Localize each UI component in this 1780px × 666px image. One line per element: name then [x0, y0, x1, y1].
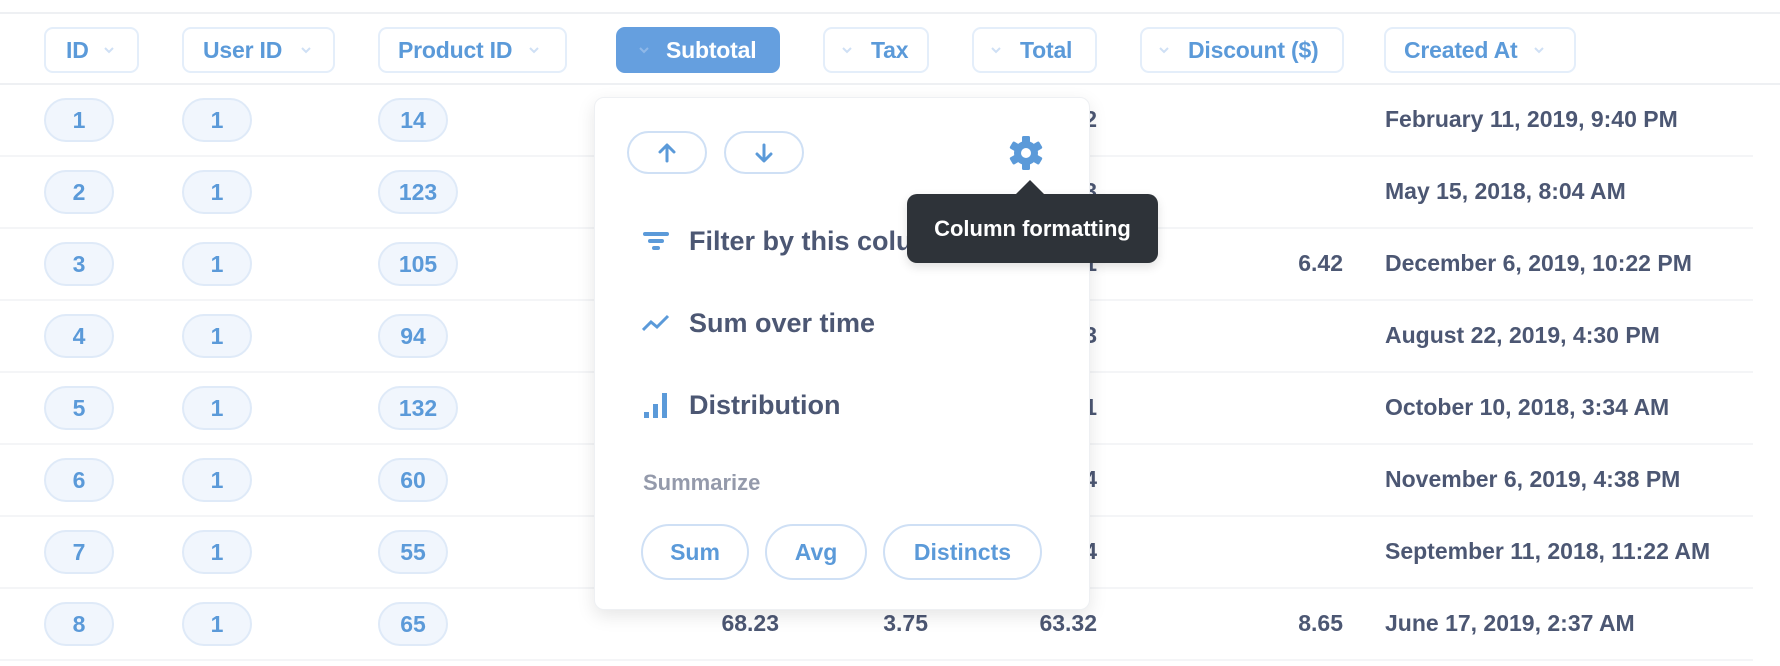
column-header-label: Subtotal	[666, 36, 757, 63]
column-header-label: User ID	[203, 36, 283, 63]
summarize-avg-button[interactable]: Avg	[765, 524, 867, 580]
id-cell[interactable]: 4	[44, 314, 114, 358]
id-cell[interactable]: 2	[44, 170, 114, 214]
sum-over-time-label: Sum over time	[689, 307, 876, 338]
user-id-cell[interactable]: 1	[182, 98, 252, 142]
chevron-down-icon	[841, 44, 853, 56]
table-top-border	[0, 12, 1780, 14]
column-header-id[interactable]: ID	[44, 27, 139, 73]
tax-cell: 3.75	[883, 610, 928, 636]
summarize-distincts-button[interactable]: Distincts	[883, 524, 1042, 580]
id-cell[interactable]: 5	[44, 386, 114, 430]
user-id-cell[interactable]: 1	[182, 170, 252, 214]
created-at-cell: June 17, 2019, 2:37 AM	[1385, 610, 1635, 636]
column-actions-popover: Filter by this column Sum over time Dist…	[594, 97, 1090, 610]
created-at-cell: February 11, 2019, 9:40 PM	[1385, 106, 1678, 132]
id-cell[interactable]: 7	[44, 530, 114, 574]
summarize-sum-button[interactable]: Sum	[641, 524, 749, 580]
column-header-label: Tax	[871, 36, 909, 63]
product-id-cell[interactable]: 105	[378, 242, 458, 286]
chevron-down-icon	[638, 44, 650, 56]
column-header-label: Total	[1020, 36, 1073, 63]
column-header-label: Product ID	[398, 36, 513, 63]
product-id-cell[interactable]: 123	[378, 170, 458, 214]
column-header-product-id[interactable]: Product ID	[378, 27, 567, 73]
user-id-cell[interactable]: 1	[182, 314, 252, 358]
column-formatting-tooltip: Column formatting	[907, 180, 1158, 263]
user-id-cell[interactable]: 1	[182, 458, 252, 502]
user-id-cell[interactable]: 1	[182, 386, 252, 430]
gear-icon	[1009, 136, 1043, 170]
product-id-cell[interactable]: 14	[378, 98, 448, 142]
product-id-cell[interactable]: 65	[378, 602, 448, 646]
sum-over-time-item[interactable]: Sum over time	[641, 298, 875, 348]
column-header-label: ID	[66, 36, 89, 63]
column-header-tax[interactable]: Tax	[823, 27, 929, 73]
column-header-created-at[interactable]: Created At	[1384, 27, 1576, 73]
chevron-down-icon	[528, 44, 540, 56]
product-id-cell[interactable]: 55	[378, 530, 448, 574]
product-id-cell[interactable]: 94	[378, 314, 448, 358]
discount-cell: 8.65	[1298, 610, 1343, 636]
discount-cell: 6.42	[1298, 250, 1343, 276]
column-header-total[interactable]: Total	[972, 27, 1097, 73]
column-header-label: Discount ($)	[1188, 36, 1319, 63]
tooltip-arrow	[1015, 180, 1045, 195]
user-id-cell[interactable]: 1	[182, 530, 252, 574]
user-id-cell[interactable]: 1	[182, 602, 252, 646]
created-at-cell: October 10, 2018, 3:34 AM	[1385, 394, 1670, 420]
column-formatting-button[interactable]	[1008, 135, 1044, 171]
column-header-discount[interactable]: Discount ($)	[1140, 27, 1344, 73]
line-chart-icon	[641, 308, 671, 338]
bar-chart-icon	[641, 390, 671, 420]
chevron-down-icon	[1158, 44, 1170, 56]
chevron-down-icon	[1533, 44, 1545, 56]
id-cell[interactable]: 6	[44, 458, 114, 502]
id-cell[interactable]: 8	[44, 602, 114, 646]
summarize-heading: Summarize	[643, 470, 761, 495]
subtotal-cell: 68.23	[721, 610, 779, 636]
sort-ascending-button[interactable]	[627, 131, 707, 174]
column-header-user-id[interactable]: User ID	[182, 27, 335, 73]
tooltip-text: Column formatting	[934, 215, 1131, 241]
created-at-cell: November 6, 2019, 4:38 PM	[1385, 466, 1681, 492]
product-id-cell[interactable]: 60	[378, 458, 448, 502]
arrow-down-icon	[755, 143, 773, 162]
created-at-cell: August 22, 2019, 4:30 PM	[1385, 322, 1660, 348]
total-cell: 63.32	[1039, 610, 1097, 636]
chevron-down-icon	[990, 44, 1002, 56]
user-id-cell[interactable]: 1	[182, 242, 252, 286]
row-divider	[0, 659, 1753, 661]
chevron-down-icon	[103, 44, 115, 56]
sort-descending-button[interactable]	[724, 131, 804, 174]
arrow-up-icon	[658, 143, 676, 162]
created-at-cell: May 15, 2018, 8:04 AM	[1385, 178, 1626, 204]
chevron-down-icon	[300, 44, 312, 56]
distribution-label: Distribution	[689, 389, 841, 420]
column-header-subtotal[interactable]: Subtotal	[616, 27, 780, 73]
product-id-cell[interactable]: 132	[378, 386, 458, 430]
distribution-item[interactable]: Distribution	[641, 380, 840, 430]
created-at-cell: December 6, 2019, 10:22 PM	[1385, 250, 1692, 276]
filter-icon	[641, 226, 671, 256]
id-cell[interactable]: 1	[44, 98, 114, 142]
created-at-cell: September 11, 2018, 11:22 AM	[1385, 538, 1711, 564]
id-cell[interactable]: 3	[44, 242, 114, 286]
column-header-label: Created At	[1404, 36, 1518, 63]
